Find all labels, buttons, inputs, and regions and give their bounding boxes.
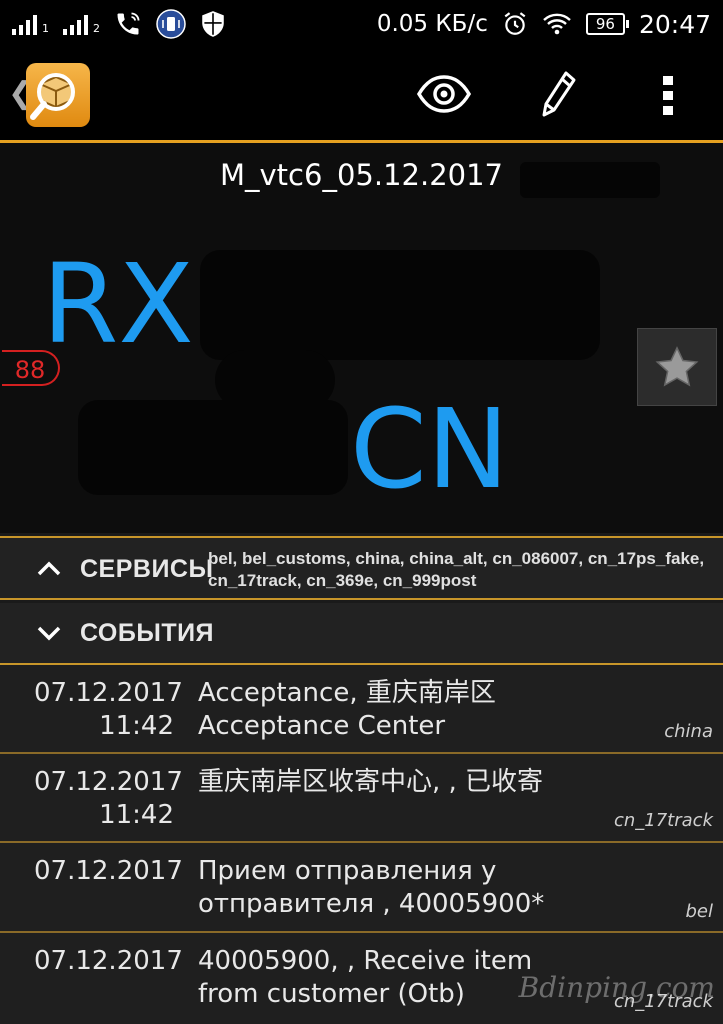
redaction bbox=[200, 250, 600, 360]
event-text: 重庆南岸区收寄中心, , 已收寄 bbox=[198, 767, 544, 797]
event-time: 11:42 bbox=[99, 711, 174, 741]
event-date: 07.12.2017 bbox=[34, 856, 183, 886]
event-date: 07.12.2017 bbox=[34, 678, 183, 708]
pencil-icon[interactable] bbox=[538, 70, 578, 120]
network-speed: 0.05 КБ/с bbox=[376, 11, 488, 37]
event-source: bel bbox=[685, 901, 713, 922]
status-bar: 1 2 0.05 КБ/с 96 20:47 bbox=[0, 0, 723, 48]
tracking-number-prefix: RX bbox=[42, 240, 194, 368]
battery-icon: 96 bbox=[585, 13, 630, 35]
chevron-down-icon[interactable] bbox=[36, 623, 62, 643]
signal-icon-sim2: 2 bbox=[63, 13, 100, 35]
star-icon bbox=[655, 346, 699, 387]
event-source: china bbox=[664, 721, 713, 742]
redaction bbox=[78, 400, 348, 495]
event-row[interactable]: 07.12.2017 11:42 重庆南岸区收寄中心, , 已收寄 cn_17t… bbox=[0, 754, 723, 843]
services-label: СЕРВИСЫ bbox=[80, 555, 214, 583]
event-text: Прием отправления у отправителя , 400059… bbox=[198, 856, 545, 919]
event-row[interactable]: 07.12.2017 11:42 Acceptance, 重庆南岸区 Accep… bbox=[0, 665, 723, 754]
clock: 20:47 bbox=[638, 9, 711, 39]
more-vert-icon[interactable] bbox=[660, 76, 676, 116]
parcel-count-badge: 88 bbox=[2, 350, 60, 386]
action-bar: ❮ bbox=[0, 48, 723, 143]
redaction bbox=[520, 162, 660, 198]
parcel-search-icon bbox=[30, 73, 75, 120]
alarm-clock-icon bbox=[504, 12, 526, 35]
tracking-number-suffix: CN bbox=[350, 385, 510, 513]
event-row[interactable]: 07.12.2017 Прием отправления у отправите… bbox=[0, 843, 723, 933]
watermark: Bdinping.com bbox=[518, 971, 715, 1004]
event-date: 07.12.2017 bbox=[34, 767, 183, 797]
phone-vibrate-app-icon bbox=[156, 9, 186, 39]
signal-icon-sim1: 1 bbox=[12, 13, 49, 35]
favorite-button[interactable] bbox=[637, 328, 717, 406]
services-list: bel, bel_customs, china, china_alt, cn_0… bbox=[208, 549, 705, 590]
services-section[interactable]: СЕРВИСЫ bel, bel_customs, china, china_a… bbox=[0, 536, 723, 600]
eye-icon[interactable] bbox=[416, 72, 472, 116]
event-time: 11:42 bbox=[99, 800, 174, 830]
event-source: cn_17track bbox=[613, 810, 713, 831]
event-date: 07.12.2017 bbox=[34, 946, 183, 976]
event-text: Acceptance, 重庆南岸区 Acceptance Center bbox=[198, 678, 496, 741]
wifi-icon bbox=[543, 13, 571, 35]
events-section[interactable]: СОБЫТИЯ bbox=[0, 603, 723, 665]
shield-icon bbox=[202, 11, 224, 37]
app-logo[interactable] bbox=[26, 63, 90, 127]
events-label: СОБЫТИЯ bbox=[80, 619, 215, 647]
phone-call-icon bbox=[117, 12, 140, 35]
chevron-up-icon[interactable] bbox=[36, 558, 62, 578]
